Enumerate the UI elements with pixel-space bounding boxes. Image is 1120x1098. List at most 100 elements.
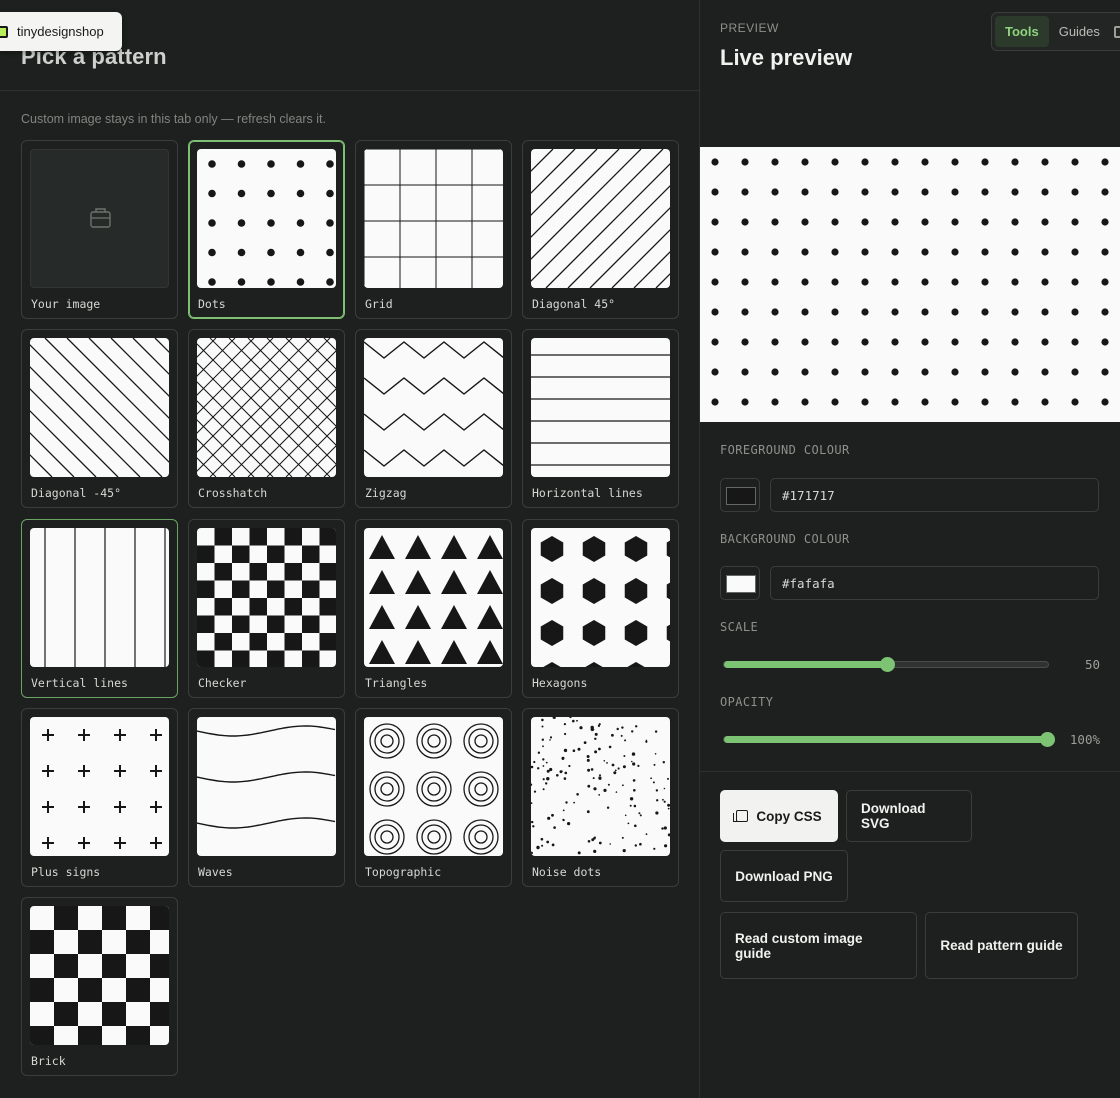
- foreground-swatch-button[interactable]: [720, 478, 760, 512]
- pattern-swatch: [364, 338, 503, 477]
- brand-name: tinydesignshop: [17, 24, 104, 39]
- copy-css-label: Copy CSS: [756, 808, 822, 824]
- pattern-tile-diagonal-45[interactable]: Diagonal -45°: [21, 329, 178, 508]
- pattern-tile-hexagons[interactable]: Hexagons: [522, 519, 679, 698]
- divider: [700, 771, 1120, 772]
- pattern-tile-your-image[interactable]: Your image: [21, 140, 178, 319]
- pattern-label: Topographic: [365, 865, 442, 879]
- preview-eyebrow: PREVIEW: [720, 21, 779, 35]
- pattern-tile-diagonal-45[interactable]: Diagonal 45°: [522, 140, 679, 319]
- pattern-thumbnail: [44, 528, 166, 667]
- folder-icon: [90, 208, 111, 228]
- live-preview-canvas: [700, 147, 1120, 422]
- read-pattern-guide-button[interactable]: Read pattern guide: [925, 912, 1078, 979]
- pattern-thumbnail: [30, 906, 169, 1045]
- pattern-label: Dots: [198, 297, 226, 311]
- pattern-tile-horizontal-lines[interactable]: Horizontal lines: [522, 329, 679, 508]
- pattern-tile-dots[interactable]: Dots: [188, 140, 345, 319]
- tab-tools[interactable]: Tools: [995, 16, 1049, 47]
- pattern-label: Your image: [31, 297, 101, 311]
- pattern-tile-vertical-lines[interactable]: Vertical lines: [21, 519, 178, 698]
- pattern-tile-topographic[interactable]: Topographic: [355, 708, 512, 887]
- foreground-label: FOREGROUND COLOUR: [720, 443, 850, 457]
- foreground-hex-input[interactable]: #171717: [770, 478, 1099, 512]
- pattern-swatch: [30, 528, 169, 667]
- pattern-label: Noise dots: [532, 865, 602, 879]
- read-custom-image-guide-button[interactable]: Read custom image guide: [720, 912, 917, 979]
- more-icon[interactable]: [1113, 25, 1120, 38]
- top-toolbar: Tools Guides: [991, 12, 1120, 51]
- foreground-hex-value: #171717: [782, 487, 835, 503]
- opacity-slider-fill: [724, 736, 1050, 743]
- read-custom-image-guide-label: Read custom image guide: [735, 930, 863, 961]
- pattern-tile-triangles[interactable]: Triangles: [355, 519, 512, 698]
- pattern-thumbnail: [197, 725, 336, 829]
- pattern-label: Crosshatch: [198, 486, 268, 500]
- opacity-slider-handle[interactable]: [1040, 732, 1056, 747]
- pattern-label: Zigzag: [365, 486, 407, 500]
- pattern-swatch: [197, 338, 336, 477]
- pattern-tile-grid[interactable]: Grid: [355, 140, 512, 319]
- pattern-label: Diagonal -45°: [31, 486, 122, 500]
- opacity-slider[interactable]: [723, 732, 1056, 747]
- pattern-label: Hexagons: [532, 676, 588, 690]
- pattern-swatch: [531, 338, 670, 477]
- pattern-label: Horizontal lines: [532, 486, 643, 500]
- pattern-swatch: [197, 717, 336, 856]
- background-swatch-button[interactable]: [720, 566, 760, 600]
- pattern-label: Brick: [31, 1054, 66, 1068]
- pattern-swatch: [197, 149, 336, 288]
- pattern-thumbnail: [30, 338, 169, 477]
- background-hex-input[interactable]: #fafafa: [770, 566, 1099, 600]
- pattern-thumbnail: [364, 149, 503, 288]
- pattern-swatch: [30, 338, 169, 477]
- pattern-tile-waves[interactable]: Waves: [188, 708, 345, 887]
- scale-slider-fill: [724, 661, 887, 668]
- pattern-thumbnail: [531, 717, 670, 855]
- pattern-thumbnail: [197, 338, 336, 477]
- pattern-swatch: [531, 528, 670, 667]
- brand-logo-icon: [0, 25, 8, 38]
- custom-image-dropzone: [30, 149, 169, 288]
- pattern-tile-noise-dots[interactable]: Noise dots: [522, 708, 679, 887]
- pattern-swatch: [197, 528, 336, 667]
- foreground-swatch: [726, 487, 756, 505]
- scale-label: SCALE: [720, 620, 759, 634]
- pattern-thumbnail: [42, 729, 162, 849]
- pattern-label: Plus signs: [31, 865, 101, 879]
- pattern-thumbnail: [208, 160, 334, 286]
- pattern-swatch: [30, 906, 169, 1045]
- pattern-label: Triangles: [365, 676, 428, 690]
- pattern-label: Grid: [365, 297, 393, 311]
- pattern-thumbnail: [531, 354, 670, 466]
- download-svg-button[interactable]: Download SVG: [846, 790, 972, 842]
- copy-css-button[interactable]: Copy CSS: [720, 790, 838, 842]
- pattern-label: Diagonal 45°: [532, 297, 616, 311]
- pattern-picker-panel: Pick a pattern Custom image stays in thi…: [0, 0, 700, 1098]
- scale-value: 50: [1084, 657, 1100, 672]
- pattern-thumbnail: [369, 723, 499, 855]
- tab-guides[interactable]: Guides: [1049, 16, 1110, 47]
- download-png-button[interactable]: Download PNG: [720, 850, 848, 902]
- pattern-thumbnail: [531, 149, 670, 288]
- opacity-label: OPACITY: [720, 695, 774, 709]
- pattern-swatch: [30, 717, 169, 856]
- pattern-thumbnail: [540, 536, 670, 667]
- pattern-tile-brick[interactable]: Brick: [21, 897, 178, 1076]
- pattern-tile-checker[interactable]: Checker: [188, 519, 345, 698]
- scale-slider[interactable]: [723, 657, 1049, 672]
- pattern-tile-plus-signs[interactable]: Plus signs: [21, 708, 178, 887]
- brand-badge[interactable]: tinydesignshop: [0, 12, 122, 51]
- pattern-swatch: [364, 717, 503, 856]
- pattern-tile-zigzag[interactable]: Zigzag: [355, 329, 512, 508]
- read-pattern-guide-label: Read pattern guide: [940, 938, 1063, 953]
- pattern-thumbnail: [197, 528, 336, 667]
- pattern-swatch: [531, 149, 670, 288]
- opacity-value: 100%: [1069, 732, 1100, 747]
- pattern-tile-crosshatch[interactable]: Crosshatch: [188, 329, 345, 508]
- background-label: BACKGROUND COLOUR: [720, 532, 850, 546]
- pattern-label: Vertical lines: [31, 676, 128, 690]
- scale-slider-handle[interactable]: [879, 657, 895, 672]
- background-swatch: [726, 575, 756, 593]
- pattern-label: Waves: [198, 865, 233, 879]
